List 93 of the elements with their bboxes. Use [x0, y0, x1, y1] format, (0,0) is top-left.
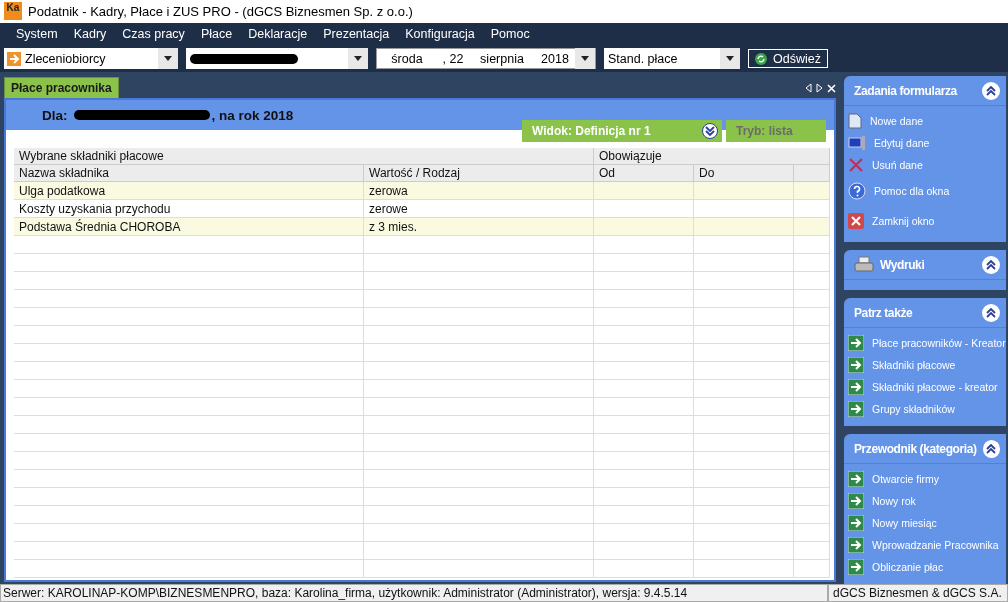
column-header[interactable]: Nazwa składnika [14, 165, 364, 182]
window-title: Podatnik - Kadry, Płace i ZUS PRO - (dGCS Biznesmen Sp. z o.o.) [28, 3, 413, 19]
table-cell [794, 308, 830, 326]
table-cell [794, 542, 830, 560]
collapse-icon [986, 85, 996, 96]
arrow-right-icon [7, 51, 21, 66]
close-icon[interactable] [827, 83, 836, 93]
table-cell [794, 380, 830, 398]
status-text: dGCS Biznesmen & dGCS S.A. [828, 584, 1008, 602]
table-cell [794, 416, 830, 434]
collapse-button[interactable] [982, 255, 1000, 274]
table-cell: zerowe [364, 200, 594, 218]
collapse-icon [986, 259, 996, 270]
column-header[interactable]: Od [594, 165, 694, 182]
table-cell [794, 452, 830, 470]
table-cell [794, 236, 830, 254]
arrow-right-icon [848, 559, 864, 575]
menu-item[interactable]: Płace [192, 27, 241, 42]
table-cell [794, 218, 830, 236]
table-cell [794, 488, 830, 506]
group-combo[interactable]: Zleceniobiorcy [4, 48, 178, 70]
menu-item[interactable]: Pomoc [482, 27, 538, 42]
panel-title: Przewodnik (kategoria) [854, 441, 977, 456]
menu-item[interactable]: Konfiguracja [397, 27, 483, 42]
table-cell [794, 506, 830, 524]
previous-icon[interactable] [805, 83, 812, 93]
panel-title: Patrz także [854, 305, 913, 320]
app-icon: Ka [4, 2, 22, 21]
menu-item[interactable]: System [8, 27, 66, 42]
column-header[interactable]: Wartość / Rodzaj [364, 165, 594, 182]
table-cell [794, 362, 830, 380]
menu-item[interactable]: Czas pracy [114, 27, 193, 42]
table-cell: zerowa [364, 182, 594, 200]
tab[interactable]: Płace pracownika [4, 77, 119, 98]
collapse-button[interactable] [982, 303, 1000, 322]
refresh-button[interactable]: Odśwież [748, 49, 828, 69]
table-cell: Koszty uzyskania przychodu [14, 200, 364, 218]
document-icon [848, 113, 862, 129]
table-cell [794, 524, 830, 542]
menu-item[interactable]: Prezentacja [315, 27, 398, 42]
table-cell [794, 398, 830, 416]
heading-prefix: Dla: [42, 107, 68, 123]
table-cell [794, 434, 830, 452]
menu-item[interactable]: Deklaracje [240, 27, 316, 42]
collapse-button[interactable] [982, 81, 1000, 100]
table-cell: z 3 mies. [364, 218, 594, 236]
collapse-icon [986, 443, 997, 454]
arrow-right-icon [848, 471, 864, 487]
status-text: Serwer: KAROLINAP-KOMP\BIZNESMENPRO, baza: Karolina_firma, użytkownik: Administrator (Administrator), wersja: 9.4.5.14 [0, 584, 828, 602]
collapse-button[interactable] [982, 439, 1000, 458]
table-cell: Podstawa Średnia CHOROBA [14, 218, 364, 236]
caret-icon [726, 56, 734, 62]
column-group-header: Obowiązuje [594, 148, 830, 165]
next-icon[interactable] [816, 83, 823, 93]
profile-combo[interactable]: Stand. płace [604, 48, 740, 70]
caret-icon [164, 56, 172, 62]
arrow-right-icon [848, 335, 864, 351]
monitor-icon [848, 135, 866, 151]
panel-title: Zadania formularza [854, 83, 957, 98]
table-cell [794, 182, 830, 200]
mode-label: Tryb: lista [726, 120, 826, 142]
table-cell [794, 290, 830, 308]
date-field[interactable]: środa , 22 sierpnia 2018 [376, 48, 596, 70]
printer-icon [854, 255, 874, 274]
table-cell [794, 254, 830, 272]
arrow-right-icon [848, 401, 864, 417]
panel-title: Wydruki [880, 257, 925, 272]
arrow-right-icon [848, 357, 864, 373]
help-icon [848, 182, 866, 200]
delete-icon [848, 157, 864, 173]
column-header[interactable]: Do [694, 165, 794, 182]
collapse-icon [986, 307, 996, 318]
arrow-right-icon [848, 537, 864, 553]
caret-icon [354, 56, 362, 62]
expand-icon [705, 126, 715, 136]
heading-suffix: , na rok 2018 [211, 107, 294, 123]
arrow-right-icon [848, 379, 864, 395]
menu-item[interactable]: Kadry [65, 27, 115, 42]
table-cell [794, 560, 830, 578]
table-cell [794, 470, 830, 488]
table-cell [794, 272, 830, 290]
arrow-right-icon [848, 493, 864, 509]
table-cell: Ulga podatkowa [14, 182, 364, 200]
column-header [794, 165, 830, 182]
table-cell [794, 326, 830, 344]
arrow-right-icon [848, 515, 864, 531]
employee-combo[interactable] [186, 48, 368, 70]
table-cell [794, 344, 830, 362]
table-cell [794, 200, 830, 218]
refresh-icon [755, 52, 767, 65]
caret-icon [581, 56, 589, 62]
column-group-header: Wybrane składniki płacowe [14, 148, 594, 165]
close-icon [848, 213, 864, 229]
